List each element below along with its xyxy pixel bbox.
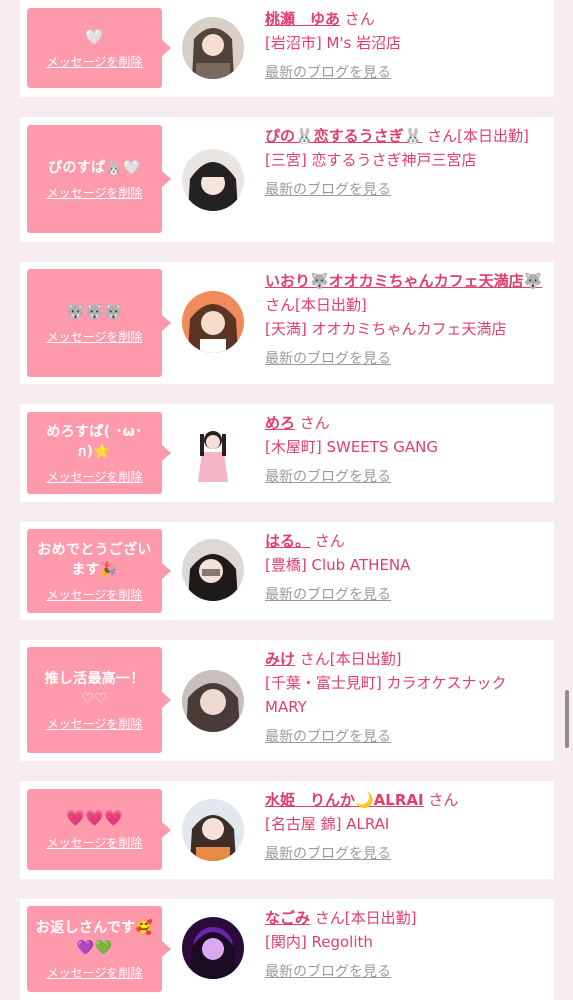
name-suffix: さん (428, 791, 459, 809)
blog-link[interactable]: 最新のブログを見る (265, 842, 550, 866)
blog-link[interactable]: 最新のブログを見る (265, 347, 550, 371)
blog-link[interactable]: 最新のブログを見る (265, 178, 550, 202)
delete-message-link[interactable]: メッセージを削除 (47, 964, 143, 981)
avatar[interactable] (182, 670, 244, 732)
delete-message-link[interactable]: メッセージを削除 (47, 586, 143, 603)
delete-message-link[interactable]: メッセージを削除 (47, 715, 143, 732)
list-item: 🤍 メッセージを削除 桃瀬 ゆあ さん [岩沼市] M's 岩沼店 最新のブログ… (20, 0, 554, 97)
name-suffix: さん[本日出勤] (265, 296, 367, 314)
blog-link[interactable]: 最新のブログを見る (265, 725, 550, 749)
delete-message-link[interactable]: メッセージを削除 (47, 53, 143, 70)
list-item: 🐺🐺🐺 メッセージを削除 いおり🐺オオカミちゃんカフェ天満店🐺 さん[本日出勤]… (20, 262, 554, 384)
message-bubble: 🐺🐺🐺 メッセージを削除 (27, 269, 171, 377)
message-bubble: 推し活最高一！♡♡ メッセージを削除 (27, 647, 171, 753)
shop-info: [関内] Regolith (265, 933, 373, 951)
message-text: ぴのすぱ🐰🤍 (48, 159, 141, 176)
message-text: 🐺🐺🐺 (66, 302, 123, 321)
avatar[interactable] (182, 539, 244, 601)
list-item: ぴのすぱ🐰🤍 メッセージを削除 ぴの🐰恋するうさぎ🐰 さん[本日出勤] [三宮]… (20, 117, 554, 242)
message-bubble: 🤍 メッセージを削除 (27, 8, 171, 88)
girl-name-link[interactable]: はる。 (265, 532, 310, 550)
shop-info: [天満] オオカミちゃんカフェ天満店 (265, 320, 507, 338)
list-item: 推し活最高一！♡♡ メッセージを削除 みけ さん[本日出勤] [千葉・富士見町]… (20, 640, 554, 761)
message-bubble: おめでとうございます🎉 メッセージを削除 (27, 529, 171, 613)
message-bubble: 💗💗💗 メッセージを削除 (27, 789, 171, 870)
avatar[interactable] (182, 422, 244, 484)
avatar[interactable] (182, 17, 244, 79)
avatar[interactable] (182, 291, 244, 353)
name-suffix: さん[本日出勤] (314, 909, 417, 927)
name-suffix: さん (344, 10, 375, 28)
message-bubble: めろすぱ( ･ω･ก)⭐ メッセージを削除 (27, 412, 171, 494)
delete-message-link[interactable]: メッセージを削除 (47, 328, 143, 345)
message-bubble: ぴのすぱ🐰🤍 メッセージを削除 (27, 125, 171, 233)
list-item: めろすぱ( ･ω･ก)⭐ メッセージを削除 めろ さん [木屋町] SWEETS… (20, 404, 554, 502)
message-text: おめでとうございます🎉 (37, 541, 152, 578)
girl-name-link[interactable]: ぴの🐰恋するうさぎ🐰 (265, 127, 422, 145)
girl-name-link[interactable]: なごみ (265, 909, 310, 927)
blog-link[interactable]: 最新のブログを見る (265, 465, 550, 489)
name-suffix: さん (299, 414, 330, 432)
avatar[interactable] (182, 149, 244, 211)
girl-name-link[interactable]: めろ (265, 414, 295, 432)
avatar[interactable] (182, 917, 244, 979)
message-text: 💗💗💗 (66, 809, 123, 827)
delete-message-link[interactable]: メッセージを削除 (47, 468, 143, 485)
girl-name-link[interactable]: 桃瀬 ゆあ (265, 10, 340, 28)
list-item: 💗💗💗 メッセージを削除 水姫 りんか🌙ALRAI さん [名古屋 錦] ALR… (20, 781, 554, 879)
message-bubble: お返しさんです🥰💜💚 メッセージを削除 (27, 906, 171, 992)
shop-info: [木屋町] SWEETS GANG (265, 438, 438, 456)
message-text: 推し活最高一！♡♡ (44, 670, 145, 707)
list-item: おめでとうございます🎉 メッセージを削除 はる。 さん [豊橋] Club AT… (20, 522, 554, 620)
shop-info: [岩沼市] M's 岩沼店 (265, 34, 402, 52)
girl-name-link[interactable]: みけ (265, 650, 295, 668)
delete-message-link[interactable]: メッセージを削除 (47, 834, 143, 851)
girl-name-link[interactable]: いおり🐺オオカミちゃんカフェ天満店🐺 (265, 272, 542, 290)
shop-info: [千葉・富士見町] カラオケスナック MARY (265, 674, 507, 716)
shop-info: [豊橋] Club ATHENA (265, 556, 411, 574)
message-text: 🤍 (85, 27, 104, 46)
avatar[interactable] (182, 799, 244, 861)
name-suffix: さん[本日出勤] (427, 127, 529, 145)
message-text: めろすぱ( ･ω･ก)⭐ (46, 423, 143, 460)
name-suffix: さん[本日出勤] (299, 650, 402, 668)
list-item: お返しさんです🥰💜💚 メッセージを削除 なごみ さん[本日出勤] [関内] Re… (20, 899, 554, 1000)
blog-link[interactable]: 最新のブログを見る (265, 960, 550, 984)
message-list: 🤍 メッセージを削除 桃瀬 ゆあ さん [岩沼市] M's 岩沼店 最新のブログ… (0, 0, 573, 1000)
shop-info: [三宮] 恋するうさぎ神戸三宮店 (265, 151, 477, 169)
scrollbar[interactable] (565, 690, 569, 748)
name-suffix: さん (314, 532, 345, 550)
message-text: お返しさんです🥰💜💚 (35, 919, 154, 956)
blog-link[interactable]: 最新のブログを見る (265, 61, 550, 85)
shop-info: [名古屋 錦] ALRAI (265, 815, 390, 833)
girl-name-link[interactable]: 水姫 りんか🌙ALRAI (265, 791, 424, 809)
delete-message-link[interactable]: メッセージを削除 (47, 184, 143, 201)
blog-link[interactable]: 最新のブログを見る (265, 583, 550, 607)
